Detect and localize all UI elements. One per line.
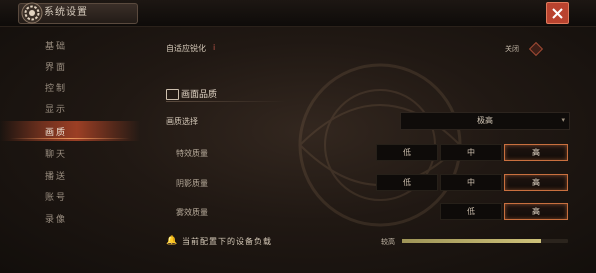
- effects-quality-high[interactable]: 高: [504, 144, 568, 161]
- fog-quality-high[interactable]: 高: [504, 203, 568, 220]
- sidebar-item-controls[interactable]: 控制: [0, 77, 140, 97]
- sidebar-item-account[interactable]: 账号: [0, 186, 140, 206]
- sidebar-item-label: 聊天: [45, 149, 68, 160]
- quality-preset-value: 极高: [477, 116, 493, 125]
- close-icon: [552, 7, 563, 19]
- section-divider: [166, 101, 286, 102]
- shadow-quality-low[interactable]: 低: [376, 174, 438, 191]
- sidebar-item-replay[interactable]: 录像: [0, 208, 140, 228]
- effects-quality-medium[interactable]: 中: [440, 144, 502, 161]
- sidebar-item-basic[interactable]: 基础: [0, 35, 140, 55]
- sidebar-item-label: 界面: [45, 62, 68, 73]
- close-button[interactable]: [546, 2, 569, 24]
- quality-preset-label: 画质选择: [166, 117, 198, 126]
- chevron-down-icon: ▾: [561, 116, 565, 124]
- sidebar-item-label: 画质: [45, 127, 68, 138]
- sidebar-item-label: 录像: [45, 214, 68, 225]
- adaptive-sharpen-toggle[interactable]: [528, 41, 544, 57]
- shadow-quality-high[interactable]: 高: [504, 174, 568, 191]
- window-title: 系统设置: [44, 7, 88, 18]
- sidebar-item-graphics[interactable]: 画质: [0, 121, 140, 141]
- device-load-fill: [402, 239, 542, 243]
- gear-icon: [21, 2, 43, 24]
- sidebar-item-chat[interactable]: 聊天: [0, 143, 140, 163]
- sidebar-item-display[interactable]: 显示: [0, 98, 140, 118]
- shadow-quality-medium[interactable]: 中: [440, 174, 502, 191]
- fog-quality-low[interactable]: 低: [440, 203, 502, 220]
- device-load-label: 当前配置下的设备负载: [182, 237, 272, 246]
- device-load-bar: [402, 239, 568, 243]
- sidebar-item-label: 账号: [45, 192, 68, 203]
- info-icon[interactable]: i: [213, 43, 219, 53]
- sidebar: 基础 界面 控制 显示 画质 聊天 播送 账号 录像: [0, 28, 150, 268]
- bell-icon: 🔔: [166, 236, 178, 246]
- effects-quality-label: 特效质量: [176, 149, 208, 158]
- picture-icon: [166, 89, 179, 100]
- sidebar-item-label: 基础: [45, 41, 68, 52]
- shadow-quality-label: 阴影质量: [176, 179, 208, 188]
- sidebar-item-interface[interactable]: 界面: [0, 56, 140, 76]
- title-bar: 系统设置: [0, 0, 596, 27]
- sidebar-item-label: 显示: [45, 104, 68, 115]
- quality-preset-select[interactable]: 极高 ▾: [400, 112, 570, 130]
- section-title: 画面品质: [181, 90, 218, 100]
- sidebar-item-label: 播送: [45, 171, 68, 182]
- device-load-level: 较高: [381, 238, 395, 246]
- sidebar-item-broadcast[interactable]: 播送: [0, 165, 140, 185]
- sidebar-item-label: 控制: [45, 83, 68, 94]
- fog-quality-label: 雾效质量: [176, 208, 208, 217]
- adaptive-sharpen-state: 关闭: [505, 45, 519, 53]
- adaptive-sharpen-label: 自适应锐化: [166, 44, 206, 53]
- effects-quality-low[interactable]: 低: [376, 144, 438, 161]
